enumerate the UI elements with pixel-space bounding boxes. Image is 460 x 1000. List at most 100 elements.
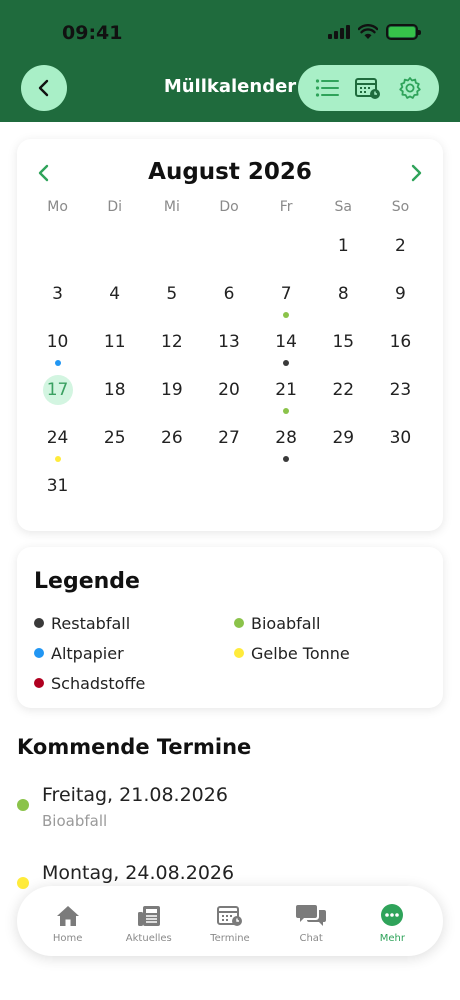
- legend-color-dot: [234, 648, 244, 658]
- day-number: 22: [332, 380, 355, 400]
- day-number: 29: [332, 428, 355, 448]
- calendar-day[interactable]: 28: [258, 419, 315, 467]
- event-waste-type: Bioabfall: [42, 812, 108, 830]
- legend-item: Gelbe Tonne: [234, 638, 434, 668]
- calendar-day[interactable]: 27: [200, 419, 257, 467]
- tab-news[interactable]: Aktuelles: [114, 899, 184, 944]
- calendar-day[interactable]: 8: [315, 275, 372, 323]
- calendar-day[interactable]: 12: [143, 323, 200, 371]
- calendar-day[interactable]: 24: [29, 419, 86, 467]
- calendar-day[interactable]: 5: [143, 275, 200, 323]
- legend-color-dot: [34, 618, 44, 628]
- tab-bar: Home Aktuelles Termine Chat Mehr: [17, 886, 443, 956]
- legend-item: Restabfall: [34, 608, 234, 638]
- legend-item: Bioabfall: [234, 608, 434, 638]
- tab-chat[interactable]: Chat: [276, 899, 346, 944]
- day-number: 26: [161, 428, 183, 448]
- calendar-day[interactable]: 2: [372, 227, 429, 275]
- upcoming-event[interactable]: Freitag, 21.08.2026 Bioabfall: [17, 782, 437, 842]
- calendar-day[interactable]: 21: [258, 371, 315, 419]
- calendar-header: August 2026: [17, 157, 443, 189]
- wifi-icon: [358, 24, 378, 39]
- calendar-day[interactable]: 19: [143, 371, 200, 419]
- app-header: 09:41 Müllkalender: [0, 0, 460, 122]
- day-number: 27: [218, 428, 240, 448]
- empty-cell: [29, 227, 86, 275]
- legend-label: Schadstoffe: [51, 673, 146, 693]
- calendar-day[interactable]: 13: [200, 323, 257, 371]
- calendar-day[interactable]: 9: [372, 275, 429, 323]
- day-number: 1: [337, 236, 349, 256]
- legend-color-dot: [34, 678, 44, 688]
- weekday-label: Sa: [334, 199, 352, 215]
- calendar-day[interactable]: 4: [86, 275, 143, 323]
- event-date: Montag, 24.08.2026: [42, 862, 235, 884]
- calendar-day[interactable]: 20: [200, 371, 257, 419]
- day-number: 4: [109, 284, 121, 304]
- day-number: 7: [280, 284, 292, 304]
- calendar-day-today[interactable]: 17: [29, 371, 86, 419]
- status-time: 09:41: [62, 22, 123, 44]
- list-view-button[interactable]: [311, 72, 343, 104]
- battery-icon: [386, 24, 421, 40]
- page-title: Müllkalender: [163, 76, 297, 97]
- calendar-day[interactable]: 10: [29, 323, 86, 371]
- day-number: 31: [46, 476, 69, 496]
- calendar-day[interactable]: 16: [372, 323, 429, 371]
- waste-type-dot: [17, 799, 29, 811]
- empty-cell: [258, 227, 315, 275]
- tab-more[interactable]: Mehr: [357, 899, 427, 944]
- waste-type-dot: [17, 877, 29, 889]
- calendar-day[interactable]: 6: [200, 275, 257, 323]
- day-number: 12: [161, 332, 183, 352]
- status-icons: [328, 24, 421, 40]
- empty-cell: [200, 227, 257, 275]
- calendar-day[interactable]: 30: [372, 419, 429, 467]
- waste-pickup-dot: [283, 360, 290, 366]
- chevron-left-icon: [38, 164, 49, 182]
- back-button[interactable]: [21, 65, 67, 111]
- day-number: 24: [46, 428, 69, 448]
- calendar-day[interactable]: 23: [372, 371, 429, 419]
- day-number: 5: [166, 284, 178, 304]
- weekday-label: Mi: [163, 199, 180, 215]
- day-number: 15: [332, 332, 355, 352]
- tab-label: Home: [52, 932, 83, 944]
- weekday-label: Di: [107, 199, 123, 215]
- calendar-day[interactable]: 1: [315, 227, 372, 275]
- next-month-button[interactable]: [400, 157, 432, 189]
- home-icon: [56, 905, 79, 926]
- calendar-view-button[interactable]: [352, 72, 384, 104]
- day-number: 13: [218, 332, 240, 352]
- chevron-right-icon: [411, 164, 422, 182]
- tab-appointments[interactable]: Termine: [195, 899, 265, 944]
- empty-cell: [86, 227, 143, 275]
- day-number: 20: [218, 380, 240, 400]
- calendar-day[interactable]: 26: [143, 419, 200, 467]
- more-icon: [381, 903, 404, 926]
- tab-home[interactable]: Home: [33, 899, 103, 944]
- legend-item: Schadstoffe: [34, 668, 234, 698]
- legend-label: Restabfall: [51, 613, 131, 633]
- day-number: 6: [223, 284, 235, 304]
- calendar-day[interactable]: 31: [29, 467, 86, 515]
- empty-cell: [143, 227, 200, 275]
- calendar-day[interactable]: 7: [258, 275, 315, 323]
- weekday-header: Mo Di Mi Do Fr Sa So: [29, 199, 429, 215]
- calendar-day[interactable]: 29: [315, 419, 372, 467]
- calendar-day[interactable]: 11: [86, 323, 143, 371]
- calendar-day[interactable]: 18: [86, 371, 143, 419]
- calendar-day[interactable]: 25: [86, 419, 143, 467]
- calendar-grid: 1 2 3 4 5 6 7 8 9 10 11 12 13 14 15 16 17 18 19 20 21 22 23 24 2…: [29, 227, 429, 515]
- calendar-day[interactable]: 15: [315, 323, 372, 371]
- day-number: 2: [394, 236, 406, 256]
- chevron-left-icon: [38, 79, 49, 97]
- calendar-day[interactable]: 3: [29, 275, 86, 323]
- previous-month-button[interactable]: [28, 157, 60, 189]
- tab-label: Termine: [210, 932, 250, 944]
- settings-button[interactable]: [394, 72, 426, 104]
- calendar-day[interactable]: 22: [315, 371, 372, 419]
- day-number: 19: [161, 380, 183, 400]
- calendar-day[interactable]: 14: [258, 323, 315, 371]
- list-icon: [315, 79, 339, 97]
